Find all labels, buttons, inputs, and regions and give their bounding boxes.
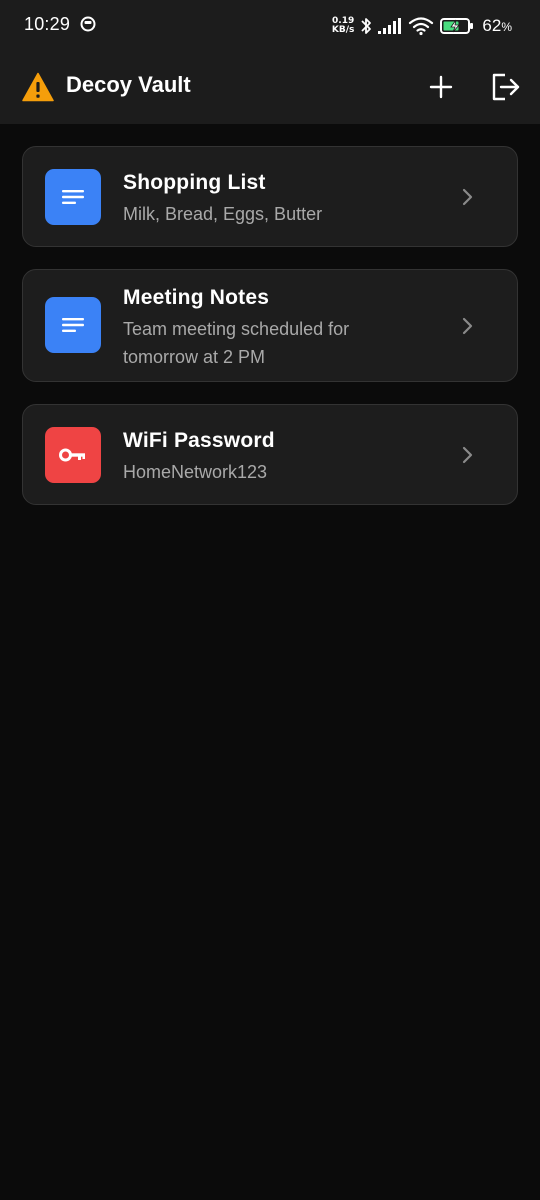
item-subtitle-line: Team meeting scheduled for xyxy=(123,319,350,339)
notification-icon xyxy=(80,16,96,32)
add-button[interactable] xyxy=(424,70,458,104)
item-subtitle: Team meeting scheduled for tomorrow at 2… xyxy=(123,315,443,371)
battery-charging-icon xyxy=(440,18,474,34)
network-speed: 0.19 KB/s xyxy=(332,17,354,35)
key-icon xyxy=(59,448,85,462)
item-text: Shopping List Milk, Bread, Eggs, Butter xyxy=(123,169,443,228)
vault-item-list: Shopping List Milk, Bread, Eggs, Butter … xyxy=(22,146,518,527)
status-indicators: 0.19 KB/s 62% xyxy=(332,14,512,38)
chevron-right-icon xyxy=(462,317,473,334)
status-bar: 10:29 0.19 KB/s 62% xyxy=(0,0,540,52)
warning-icon xyxy=(22,72,54,102)
item-subtitle: HomeNetwork123 xyxy=(123,462,268,482)
bluetooth-icon xyxy=(361,18,372,34)
item-icon-badge xyxy=(45,427,101,483)
battery-percent: 62% xyxy=(482,16,512,36)
vault-item-wifi-password[interactable]: WiFi Password HomeNetwork123 xyxy=(22,404,518,505)
item-title: Shopping List xyxy=(123,171,266,194)
item-subtitle-line: tomorrow at 2 PM xyxy=(123,347,266,367)
app-bar: Decoy Vault xyxy=(0,52,540,124)
item-subtitle: Milk, Bread, Eggs, Butter xyxy=(123,204,323,224)
vault-item-meeting-notes[interactable]: Meeting Notes Team meeting scheduled for… xyxy=(22,269,518,382)
vault-item-shopping-list[interactable]: Shopping List Milk, Bread, Eggs, Butter xyxy=(22,146,518,247)
exit-button[interactable] xyxy=(488,69,524,105)
add-icon xyxy=(429,75,453,99)
item-title: Meeting Notes xyxy=(123,286,270,309)
item-title: WiFi Password xyxy=(123,429,275,452)
page-title: Decoy Vault xyxy=(66,72,191,97)
network-speed-unit: KB/s xyxy=(331,25,355,35)
chevron-right-icon xyxy=(462,188,473,205)
item-icon-badge xyxy=(45,297,101,353)
status-time: 10:29 xyxy=(24,14,71,34)
item-text: Meeting Notes Team meeting scheduled for… xyxy=(123,284,443,371)
battery-percent-unit: % xyxy=(501,20,512,34)
note-lines-icon xyxy=(62,318,84,332)
item-icon-badge xyxy=(45,169,101,225)
signal-icon xyxy=(378,18,402,34)
exit-icon xyxy=(492,73,520,101)
chevron-right-icon xyxy=(462,446,473,463)
item-text: WiFi Password HomeNetwork123 xyxy=(123,427,443,486)
note-lines-icon xyxy=(62,190,84,204)
wifi-icon xyxy=(409,17,434,36)
battery-percent-value: 62 xyxy=(482,16,502,35)
